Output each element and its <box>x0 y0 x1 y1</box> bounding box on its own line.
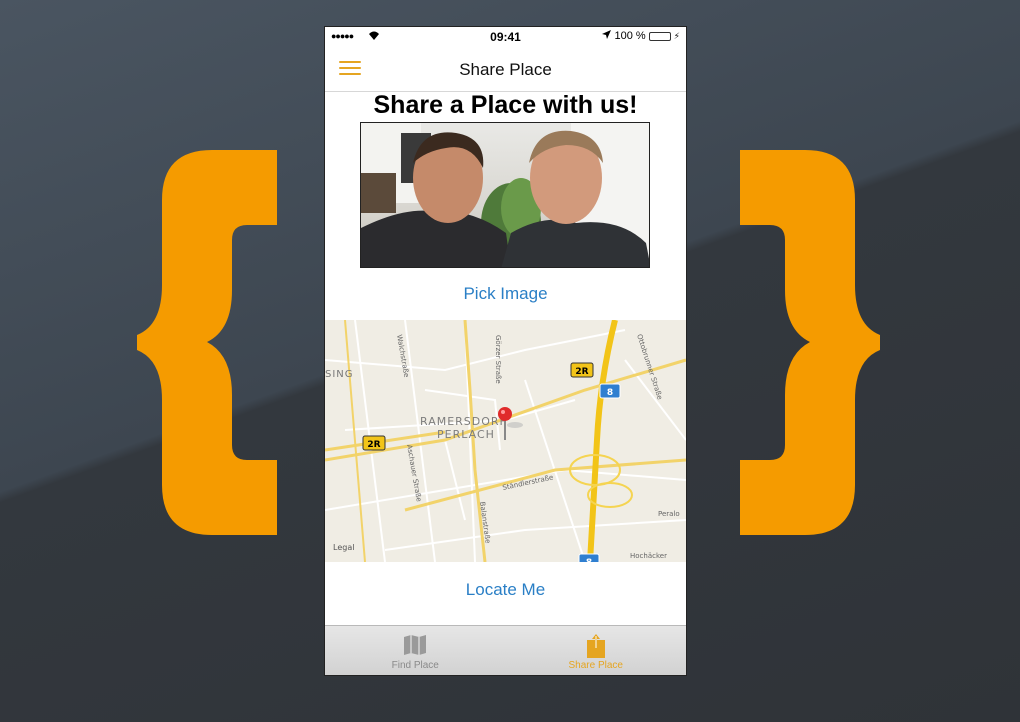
map-canvas: RAMERSDORF PERLACH Walchstraße Görzer St… <box>325 320 686 562</box>
tab-bar: Find Place Share Place <box>325 625 686 675</box>
tab-share-place[interactable]: Share Place <box>506 626 687 675</box>
map-district-label: RAMERSDORF PERLACH <box>420 415 507 441</box>
battery-icon <box>648 31 671 41</box>
status-bar: ●●●●● 09:41 100 % ⚡ <box>325 27 686 47</box>
share-icon <box>585 634 607 663</box>
phone-screen: ●●●●● 09:41 100 % ⚡ Share Place Share a … <box>325 27 686 675</box>
right-brace-graphic <box>740 150 880 535</box>
map-legal-link: Legal <box>333 543 354 552</box>
shield-label: 8 <box>607 388 613 398</box>
tab-label: Share Place <box>568 660 623 671</box>
navigation-bar: Share Place <box>325 47 686 92</box>
shield-label: 8 <box>586 558 592 562</box>
left-brace-logo <box>137 150 282 535</box>
locate-me-button[interactable]: Locate Me <box>325 580 686 600</box>
selected-photo <box>360 122 650 268</box>
map-view[interactable]: RAMERSDORF PERLACH Walchstraße Görzer St… <box>325 320 686 562</box>
route-shield-8: 8 <box>599 383 621 399</box>
route-shield-2r: 2R <box>570 362 594 378</box>
tab-find-place[interactable]: Find Place <box>325 626 506 675</box>
location-arrow-icon <box>602 30 612 42</box>
map-icon <box>403 634 427 661</box>
right-brace-logo <box>735 150 880 535</box>
battery-percent: 100 % <box>614 30 646 42</box>
route-shield-8: 8 <box>578 553 600 562</box>
pick-image-button[interactable]: Pick Image <box>325 284 686 304</box>
shield-label: 2R <box>575 367 588 377</box>
street-label: Görzer Straße <box>494 335 502 384</box>
district-label-line2: PERLACH <box>437 428 495 441</box>
map-edge-label: SING <box>325 369 354 380</box>
page-heading: Share a Place with us! <box>373 91 638 119</box>
tab-label: Find Place <box>391 660 439 671</box>
street-label: Hochäcker <box>630 552 667 560</box>
street-label: Peralo <box>658 510 680 518</box>
photo-image <box>361 123 649 267</box>
nav-title: Share Place <box>459 60 552 79</box>
charging-icon: ⚡ <box>673 30 680 41</box>
street-label: Aschauer Straße <box>405 444 423 502</box>
route-shield-2r: 2R <box>362 435 386 451</box>
district-label-line1: RAMERSDORF <box>420 415 507 428</box>
left-brace-graphic <box>137 150 277 535</box>
shield-label: 2R <box>367 440 380 450</box>
